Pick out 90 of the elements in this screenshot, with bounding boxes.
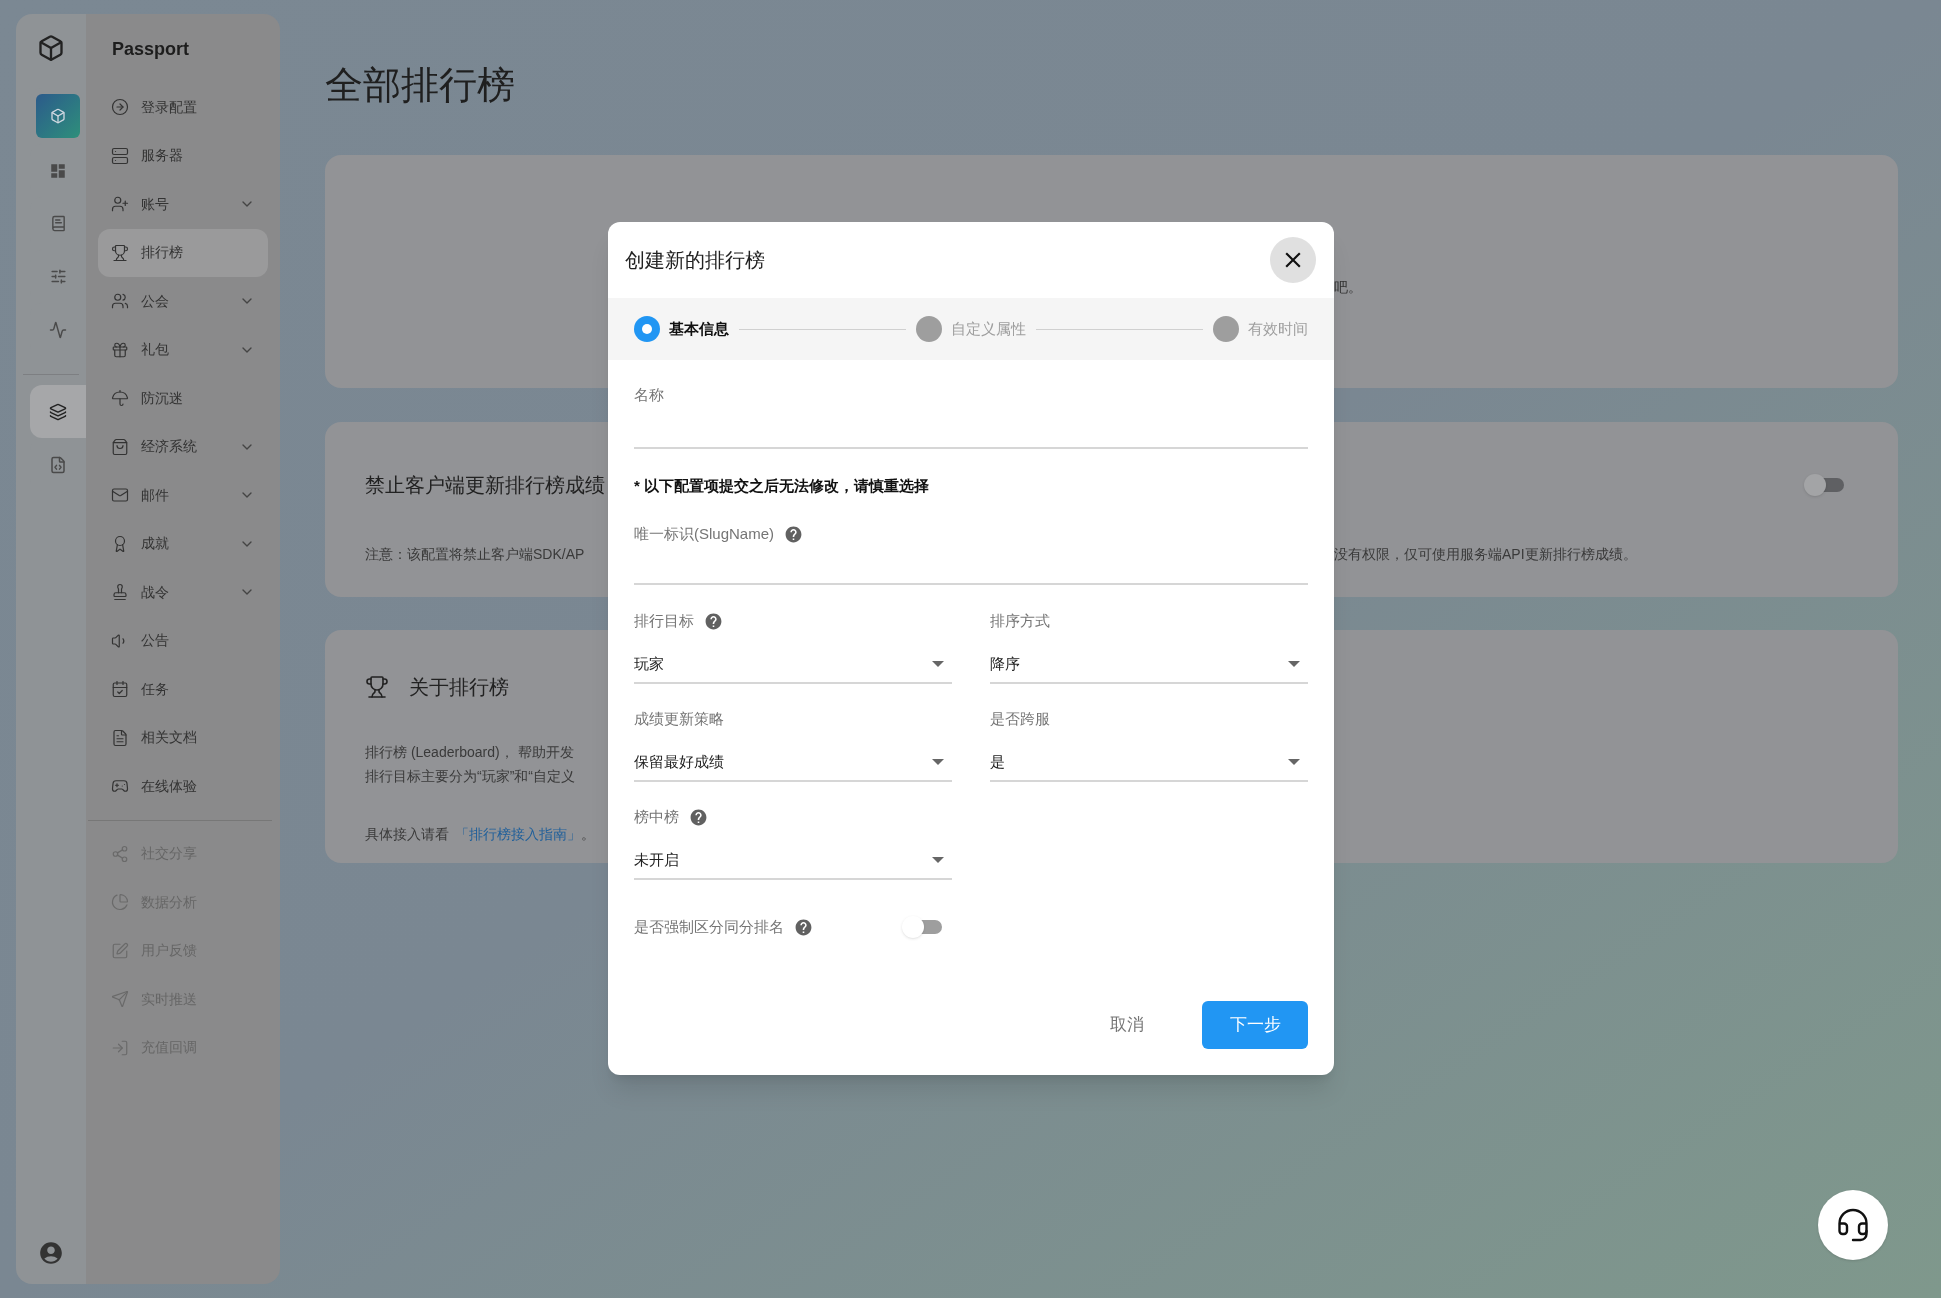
logo-icon[interactable] <box>37 34 65 62</box>
book-icon[interactable] <box>49 215 67 232</box>
sliders-icon[interactable] <box>49 268 67 285</box>
sidebar-item[interactable]: 公告 <box>98 616 268 665</box>
step: 基本信息 <box>634 316 729 342</box>
sidebar-item[interactable]: 在线体验 <box>98 762 268 811</box>
app-title: Passport <box>112 38 191 61</box>
field-label: 榜中榜 <box>634 806 679 827</box>
step: 有效时间 <box>1213 316 1308 342</box>
bag-icon <box>111 437 129 456</box>
paragraph-text: 排行目标主要分为“玩家”和“自定义 <box>365 767 576 786</box>
sidebar-item[interactable]: 服务器 <box>98 131 268 180</box>
step-pending-icon <box>916 316 942 342</box>
help-icon[interactable] <box>794 917 813 937</box>
mail-icon <box>111 486 129 505</box>
step-pending-icon <box>1213 316 1239 342</box>
dropdown-caret-icon <box>1288 661 1300 667</box>
field-label: 排序方式 <box>990 610 1050 631</box>
select-field[interactable]: 玩家 <box>634 646 952 684</box>
field-label: 名称 <box>634 385 665 405</box>
sidebar-item[interactable]: 邮件 <box>98 471 268 520</box>
dropdown-caret-icon <box>932 857 944 863</box>
field-label: 成绩更新策略 <box>634 708 724 729</box>
users-icon <box>111 292 129 311</box>
send-icon <box>111 990 129 1009</box>
sidebar-item[interactable]: 战令 <box>98 568 268 617</box>
dialog-title: 创建新的排行榜 <box>625 248 765 273</box>
login-icon <box>111 1038 129 1057</box>
sidebar-item[interactable]: 账号 <box>98 180 268 229</box>
gift-icon <box>111 340 129 359</box>
note-text: 没有权限，仅可使用服务端API更新排行榜成绩。 <box>1334 545 1637 564</box>
sidebar-item[interactable]: 成就 <box>98 519 268 568</box>
trophy-icon <box>365 675 389 699</box>
share-icon <box>111 844 129 863</box>
field-label: 是否强制区分同分排名 <box>634 917 784 937</box>
card-title: 禁止客户端更新排行榜成绩 <box>365 473 606 498</box>
guide-link[interactable]: 「排行榜接入指南」 <box>455 824 581 845</box>
umbrella-icon <box>111 389 129 408</box>
next-button[interactable]: 下一步 <box>1202 1000 1308 1049</box>
step-active-icon <box>634 316 660 342</box>
document-icon <box>111 728 129 747</box>
intro-text: 吧。 <box>1334 278 1362 297</box>
card-title: 关于排行榜 <box>409 675 509 700</box>
layers-icon[interactable] <box>49 402 67 421</box>
user-plus-icon <box>111 195 129 214</box>
note-text: 注意：该配置将禁止客户端SDK/AP <box>365 545 586 564</box>
field-label: 唯一标识(SlugName) <box>634 523 775 544</box>
sidebar-item[interactable]: 登录配置 <box>98 83 268 132</box>
sidebar-item[interactable]: 任务 <box>98 665 268 714</box>
dashboard-icon[interactable] <box>49 161 67 180</box>
sidebar-item[interactable]: 公会 <box>98 277 268 326</box>
field-label: 是否跨服 <box>990 708 1050 729</box>
help-icon[interactable] <box>689 807 708 827</box>
edit-icon <box>111 941 129 960</box>
select-field[interactable]: 未开启 <box>634 842 952 880</box>
sidebar-item[interactable]: 经济系统 <box>98 422 268 471</box>
warning-text: * 以下配置项提交之后无法修改，请慎重选择 <box>634 475 930 496</box>
page-title: 全部排行榜 <box>325 63 516 108</box>
sidebar-item[interactable]: 防沉迷 <box>98 374 268 423</box>
close-button[interactable] <box>1270 237 1316 283</box>
toggle-switch[interactable] <box>1804 474 1844 496</box>
guide-text: 。 <box>581 825 595 844</box>
toggle-switch[interactable] <box>902 916 942 939</box>
cancel-button[interactable]: 取消 <box>1094 1000 1160 1049</box>
select-field[interactable]: 保留最好成绩 <box>634 744 952 782</box>
dropdown-caret-icon <box>1288 759 1300 765</box>
trophy-icon <box>111 243 129 262</box>
help-icon[interactable] <box>704 611 723 631</box>
account-icon[interactable] <box>38 1240 64 1266</box>
stamp-icon <box>111 583 129 602</box>
help-icon[interactable] <box>784 524 804 544</box>
code-file-icon[interactable] <box>49 455 67 474</box>
sidebar-item[interactable]: 礼包 <box>98 325 268 374</box>
field-label: 排行目标 <box>634 610 694 631</box>
dropdown-caret-icon <box>932 661 944 667</box>
rail-item[interactable] <box>30 385 86 438</box>
sidebar-item[interactable]: 排行榜 <box>98 228 268 277</box>
select-field[interactable]: 降序 <box>990 646 1308 684</box>
activity-icon[interactable] <box>49 320 67 339</box>
app-tile-icon[interactable] <box>36 94 80 138</box>
server-icon <box>111 146 129 165</box>
dropdown-caret-icon <box>932 759 944 765</box>
calendar-icon <box>111 680 129 699</box>
pie-chart-icon <box>111 893 129 912</box>
step: 自定义属性 <box>916 316 1026 342</box>
guide-text: 具体接入请看 <box>365 825 449 844</box>
headset-icon <box>1835 1207 1871 1243</box>
sidebar-item[interactable]: 相关文档 <box>98 713 268 762</box>
paragraph-text: 排行榜 (Leaderboard)， 帮助开发 <box>365 743 575 762</box>
select-field[interactable]: 是 <box>990 744 1308 782</box>
